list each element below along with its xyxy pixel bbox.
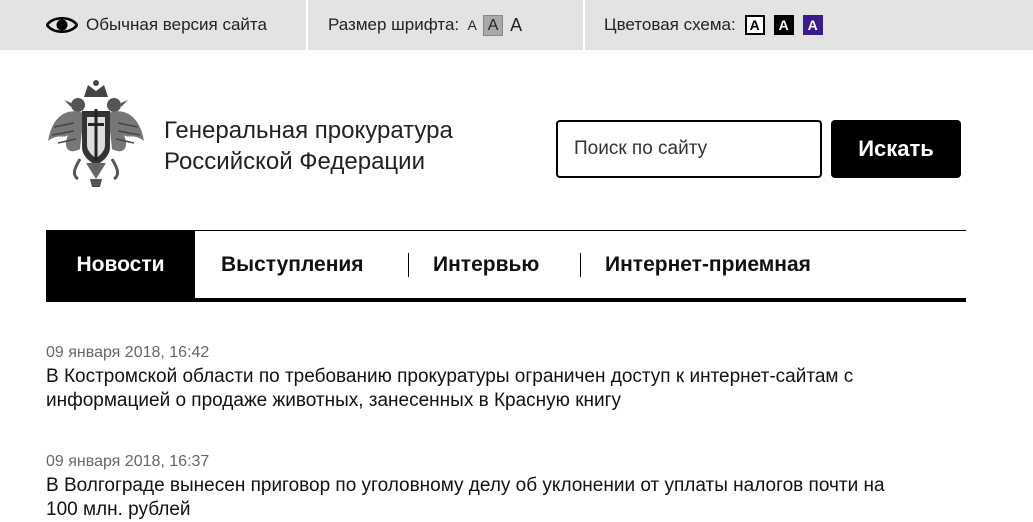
color-scheme-black-button[interactable]: A [773,15,794,35]
eye-icon [45,14,79,36]
news-title-link[interactable]: В Волгограде вынесен приговор по уголовн… [46,474,976,522]
font-size-small-button[interactable]: A [465,15,479,36]
site-title[interactable]: Генеральная прокуратура Российской Федер… [164,115,453,177]
normal-version-label: Обычная версия сайта [86,15,267,34]
tab-news[interactable]: Новости [46,231,195,298]
color-scheme-white-button[interactable]: A [744,15,765,35]
color-scheme-blue-button[interactable]: A [802,15,823,35]
news-date: 09 января 2018, 16:37 [46,453,210,470]
font-size-large-button[interactable]: A [507,15,525,36]
font-size-label: Размер шрифта: [328,15,460,34]
color-scheme-control: Цветовая схема: A A A [604,0,823,50]
search-button[interactable]: Искать [831,120,961,178]
tab-internet-reception[interactable]: Интернет-приемная [605,231,811,298]
font-size-medium-button[interactable]: A [483,14,504,36]
topbar-divider [306,0,308,50]
news-title-line: информацией о продаже животных, занесенн… [46,390,622,411]
main-nav: Новости Выступления Интервью Интернет-пр… [46,230,966,302]
topbar-divider [583,0,585,50]
news-date: 09 января 2018, 16:42 [46,344,210,361]
news-title-link[interactable]: В Костромской области по требованию прок… [46,365,976,413]
search-input[interactable] [556,120,822,178]
normal-version-link[interactable]: Обычная версия сайта [45,0,267,50]
emblem-logo[interactable] [44,79,148,189]
nav-divider [580,253,581,277]
news-title-line: В Волгограде вынесен приговор по уголовн… [46,475,885,496]
news-title-line: В Костромской области по требованию прок… [46,366,854,387]
tab-speeches[interactable]: Выступления [221,231,364,298]
site-title-line1: Генеральная прокуратура [164,117,453,144]
tab-interviews[interactable]: Интервью [433,231,539,298]
news-title-line: 100 млн. рублей [46,499,191,520]
font-size-control: Размер шрифта: A A A [328,0,525,50]
nav-divider [408,253,409,277]
accessibility-bar: Обычная версия сайта Размер шрифта: A A … [0,0,1033,50]
site-title-line2: Российской Федерации [164,148,425,175]
color-scheme-label: Цветовая схема: [604,15,736,34]
